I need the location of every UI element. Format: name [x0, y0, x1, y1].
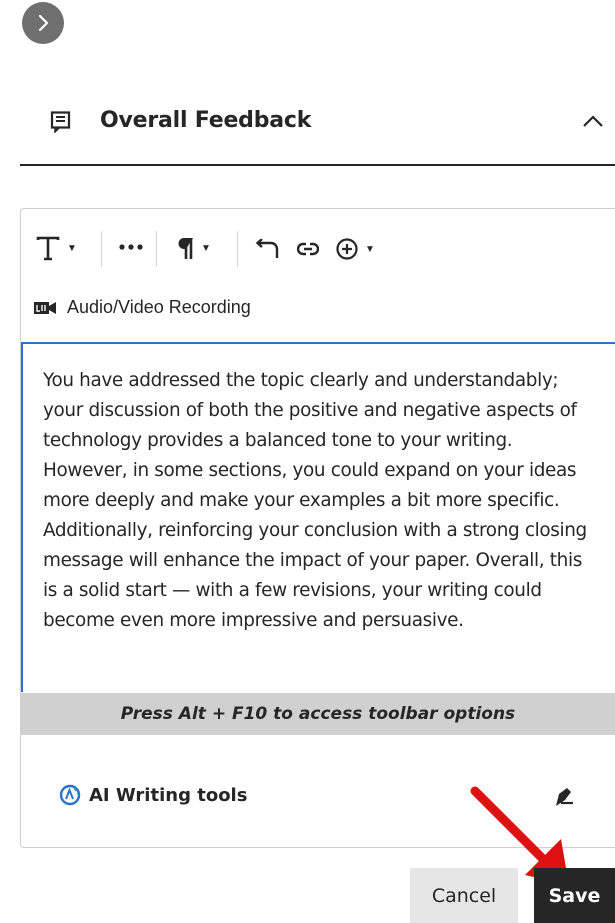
ai-writing-tools-label: AI Writing tools — [89, 784, 248, 806]
toolbar-divider — [237, 231, 238, 267]
audio-video-recording-label: Audio/Video Recording — [67, 297, 251, 317]
feedback-editor: ▼ ▼ ▼ Audio/Video Recording You have add… — [20, 208, 615, 848]
section-title: Overall Feedback — [100, 108, 312, 133]
paragraph-button[interactable]: ▼ — [175, 235, 211, 261]
insert-content-icon — [336, 238, 358, 260]
link-button[interactable] — [297, 241, 319, 257]
feedback-icon — [50, 111, 71, 133]
cancel-button[interactable]: Cancel — [410, 868, 518, 923]
video-camera-icon — [34, 301, 56, 314]
toolbar-divider — [156, 231, 157, 267]
insert-content-button[interactable]: ▼ — [335, 237, 375, 261]
undo-button[interactable] — [253, 239, 279, 261]
audio-video-recording-button[interactable]: Audio/Video Recording — [33, 297, 251, 318]
save-button[interactable]: Save — [534, 868, 615, 923]
paragraph-icon — [178, 238, 193, 259]
text-format-icon — [36, 236, 60, 261]
undo-icon — [255, 239, 279, 258]
dropdown-caret-icon: ▼ — [201, 242, 211, 254]
dropdown-caret-icon: ▼ — [365, 243, 375, 255]
chevron-right-icon — [38, 14, 49, 32]
toolbar-divider — [101, 231, 102, 267]
editor-toolbar: ▼ ▼ ▼ — [21, 209, 615, 281]
ai-writing-tools-button[interactable]: AI Writing tools — [59, 784, 247, 806]
more-options-icon — [119, 244, 143, 250]
feedback-text-area[interactable]: You have addressed the topic clearly and… — [21, 342, 615, 692]
link-icon — [297, 242, 319, 256]
expand-panel-button[interactable] — [22, 2, 64, 44]
more-options-button[interactable] — [118, 243, 144, 251]
text-format-button[interactable]: ▼ — [35, 235, 77, 261]
ai-sparkle-icon — [59, 784, 81, 806]
dropdown-caret-icon: ▼ — [67, 242, 77, 254]
chevron-up-icon[interactable] — [582, 114, 604, 128]
overall-feedback-header[interactable]: Overall Feedback — [20, 82, 615, 166]
toolbar-hint: Press Alt + F10 to access toolbar option… — [21, 693, 615, 735]
